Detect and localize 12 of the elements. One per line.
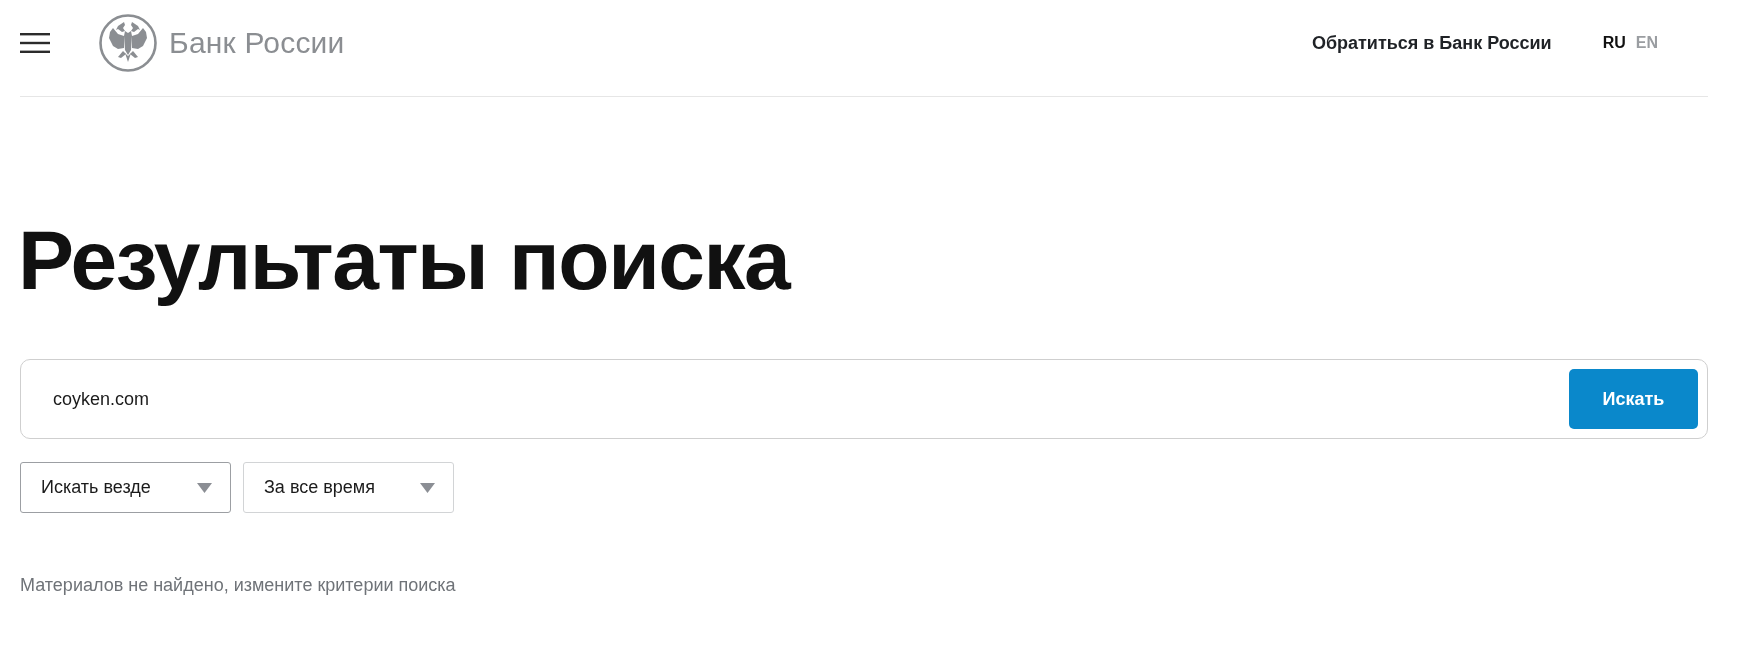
caret-icon [420, 482, 435, 493]
search-field[interactable]: coyken.com Искать [20, 359, 1708, 439]
search-button[interactable]: Искать [1569, 369, 1698, 429]
menu-icon[interactable] [20, 33, 50, 53]
caret-icon [197, 482, 212, 493]
filter-dropdown[interactable]: Искать везде [20, 462, 231, 513]
page-title: Результаты поиска [18, 216, 790, 304]
language-link[interactable]: RU [1602, 34, 1626, 52]
no-results-message: Материалов не найдено, измените критерии поиска [20, 574, 456, 596]
contact-link[interactable]: Обратиться в Банк России [1311, 32, 1552, 54]
eagle-emblem-icon[interactable] [99, 14, 157, 72]
filter-dropdown[interactable]: За все время [243, 462, 454, 513]
